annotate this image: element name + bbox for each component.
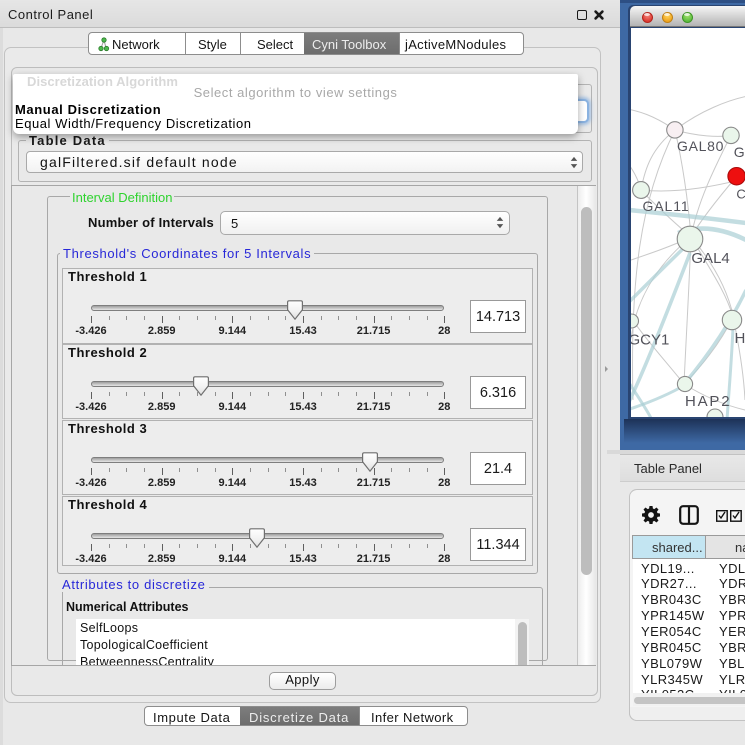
svg-text:GAL4: GAL4 bbox=[691, 250, 729, 267]
svg-text:HAP2: HAP2 bbox=[685, 393, 731, 410]
svg-text:C: C bbox=[736, 187, 745, 202]
svg-text:H: H bbox=[735, 330, 745, 347]
svg-text:GAL11: GAL11 bbox=[643, 198, 690, 214]
svg-text:GCY1: GCY1 bbox=[631, 332, 669, 349]
svg-text:G.: G. bbox=[734, 144, 745, 160]
svg-text:GAL80: GAL80 bbox=[677, 138, 724, 154]
